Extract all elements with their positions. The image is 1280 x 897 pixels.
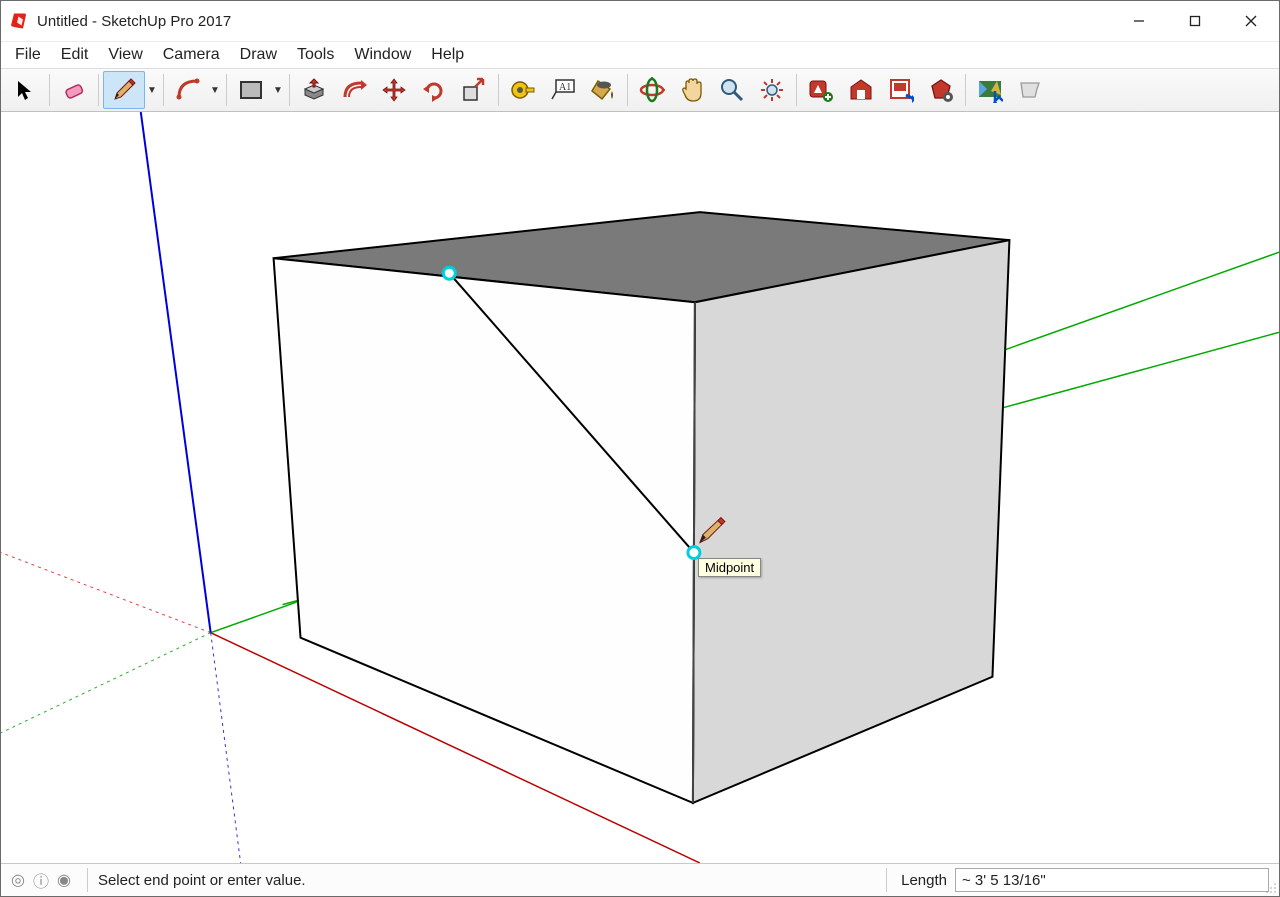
tool-tape-measure[interactable]: [503, 72, 543, 108]
tool-move[interactable]: [374, 72, 414, 108]
menu-view[interactable]: View: [98, 44, 152, 66]
layout-icon: [888, 77, 914, 103]
tool-send-to-layout[interactable]: [881, 72, 921, 108]
title-bar: Untitled - SketchUp Pro 2017: [1, 1, 1279, 42]
tool-shapes-dropdown[interactable]: ▼: [271, 72, 285, 108]
measurement-input[interactable]: [955, 868, 1269, 892]
tool-orbit[interactable]: [632, 72, 672, 108]
tool-3d-warehouse-get[interactable]: [801, 72, 841, 108]
status-hint: Select end point or enter value.: [94, 872, 306, 889]
menu-help[interactable]: Help: [421, 44, 474, 66]
menu-file[interactable]: File: [5, 44, 51, 66]
close-icon: [1244, 14, 1258, 28]
tool-shapes-rectangle[interactable]: [231, 72, 271, 108]
tool-3d-warehouse-share[interactable]: [841, 72, 881, 108]
inference-tooltip: Midpoint: [698, 558, 761, 577]
zoom-icon: [719, 77, 745, 103]
move-icon: [381, 77, 407, 103]
model-viewport[interactable]: Midpoint: [1, 112, 1279, 863]
text-icon: A1: [550, 77, 576, 103]
tool-pan[interactable]: [672, 72, 712, 108]
orbit-icon: [639, 77, 665, 103]
menu-camera[interactable]: Camera: [153, 44, 230, 66]
tool-zoom[interactable]: [712, 72, 752, 108]
menu-window[interactable]: Window: [344, 44, 421, 66]
tool-add-location[interactable]: [970, 72, 1010, 108]
geolocation-status-icon[interactable]: ◎: [11, 870, 25, 890]
tool-select[interactable]: [5, 72, 45, 108]
measurement-label: Length: [893, 872, 955, 889]
select-arrow-icon: [13, 78, 37, 102]
tool-arc-dropdown[interactable]: ▼: [208, 72, 222, 108]
warehouse-get-icon: [808, 77, 834, 103]
paint-bucket-icon: [590, 77, 616, 103]
tool-line-dropdown[interactable]: ▼: [145, 72, 159, 108]
tool-eraser[interactable]: [54, 72, 94, 108]
profile-status-icon[interactable]: ◉: [57, 870, 71, 890]
menu-tools[interactable]: Tools: [287, 44, 344, 66]
menu-draw[interactable]: Draw: [230, 44, 287, 66]
rotate-icon: [421, 77, 447, 103]
push-pull-icon: [301, 77, 327, 103]
ruby-extension-icon: [928, 77, 954, 103]
tool-text[interactable]: A1: [543, 72, 583, 108]
tool-default-tray[interactable]: [1010, 72, 1050, 108]
app-icon: [11, 12, 29, 30]
eraser-icon: [61, 77, 87, 103]
scale-icon: [461, 77, 487, 103]
credits-status-icon[interactable]: ⓘ: [33, 868, 49, 892]
tool-zoom-extents[interactable]: [752, 72, 792, 108]
tool-push-pull[interactable]: [294, 72, 334, 108]
svg-text:A1: A1: [559, 82, 571, 93]
close-button[interactable]: [1223, 1, 1279, 41]
tool-paint-bucket[interactable]: [583, 72, 623, 108]
offset-icon: [341, 77, 367, 103]
menu-edit[interactable]: Edit: [51, 44, 99, 66]
maximize-button[interactable]: [1167, 1, 1223, 41]
tray-icon: [1017, 77, 1043, 103]
status-bar: ◎ ⓘ ◉ Select end point or enter value. L…: [1, 863, 1279, 896]
tool-rotate[interactable]: [414, 72, 454, 108]
zoom-extents-icon: [759, 77, 785, 103]
arc-icon: [175, 77, 201, 103]
viewport-scene: [1, 112, 1279, 863]
maximize-icon: [1189, 15, 1201, 27]
pencil-icon: [111, 77, 137, 103]
toolbar-large-toolset: ▼ ▼ ▼: [1, 68, 1279, 112]
warehouse-share-icon: [848, 77, 874, 103]
rectangle-icon: [238, 77, 264, 103]
tool-offset[interactable]: [334, 72, 374, 108]
window-title: Untitled - SketchUp Pro 2017: [37, 13, 231, 30]
minimize-button[interactable]: [1111, 1, 1167, 41]
minimize-icon: [1133, 15, 1145, 27]
resize-grip[interactable]: [1265, 882, 1277, 894]
tool-extension-warehouse[interactable]: [921, 72, 961, 108]
tool-line-pencil[interactable]: [103, 71, 145, 109]
tape-measure-icon: [510, 77, 536, 103]
pan-hand-icon: [679, 77, 705, 103]
menu-bar: File Edit View Camera Draw Tools Window …: [1, 42, 1279, 68]
map-add-location-icon: [977, 77, 1003, 103]
tool-arc[interactable]: [168, 72, 208, 108]
tool-scale[interactable]: [454, 72, 494, 108]
